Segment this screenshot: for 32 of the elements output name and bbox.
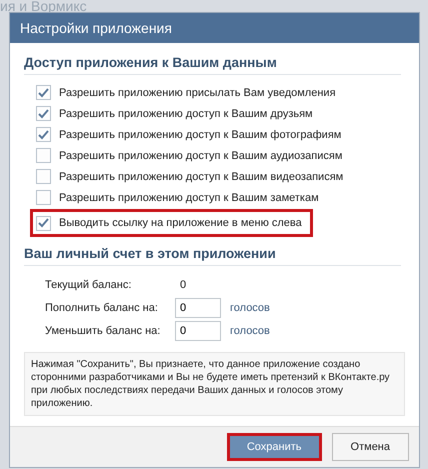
checkbox[interactable] xyxy=(36,148,51,163)
balance-label: Уменьшить баланс на: xyxy=(45,324,162,336)
balance-label: Пополнить баланс на: xyxy=(45,302,159,314)
checkbox-label: Разрешить приложению доступ к Вашим видеозаписям xyxy=(59,170,344,182)
cancel-button[interactable]: Отмена xyxy=(332,433,409,461)
checkbox[interactable] xyxy=(36,169,51,184)
checkbox[interactable] xyxy=(36,216,51,230)
check-icon xyxy=(38,130,49,140)
check-icon xyxy=(38,108,49,118)
checkbox-label: Разрешить приложению присылать Вам уведомления xyxy=(59,86,336,98)
checkbox-label: Выводить ссылку на приложение в меню слева xyxy=(59,217,302,229)
checkbox[interactable] xyxy=(36,190,51,205)
section-heading: Ваш личный счет в этом приложении xyxy=(24,243,401,266)
checkbox-label: Разрешить приложению доступ к Вашим аудиозаписям xyxy=(59,150,342,162)
notice-text: Нажимая "Сохранить", Вы признаете, что данное приложение создано сторонними разработчиками и Вы не будете иметь претензий к ВКонтакте.ру при любых последствиях передачи Ваших данных и голосов этому приложению. xyxy=(24,352,405,416)
unit-label: голосов xyxy=(230,324,271,336)
balance-label: Текущий баланс: xyxy=(45,278,132,290)
amount-field[interactable]: 0 xyxy=(175,298,221,318)
background-text: ия и Вормикс xyxy=(0,0,87,14)
section-heading: Доступ приложения к Вашим данным xyxy=(24,52,401,75)
balance-value: 0 xyxy=(179,278,188,290)
checkbox[interactable] xyxy=(36,127,51,142)
checkbox-label: Разрешить приложению доступ к Вашим фотографиям xyxy=(59,128,342,140)
checkbox-label: Разрешить приложению доступ к Вашим друзьям xyxy=(59,108,313,120)
amount-field[interactable]: 0 xyxy=(175,320,221,340)
checkbox[interactable] xyxy=(36,106,51,121)
checkbox-label: Разрешить приложению доступ к Вашим заметкам xyxy=(59,192,319,204)
checkbox[interactable] xyxy=(36,85,51,100)
unit-label: голосов xyxy=(230,302,271,314)
check-icon xyxy=(38,218,49,228)
dialog-title: Настройки приложения xyxy=(10,13,419,43)
check-icon xyxy=(38,88,49,98)
